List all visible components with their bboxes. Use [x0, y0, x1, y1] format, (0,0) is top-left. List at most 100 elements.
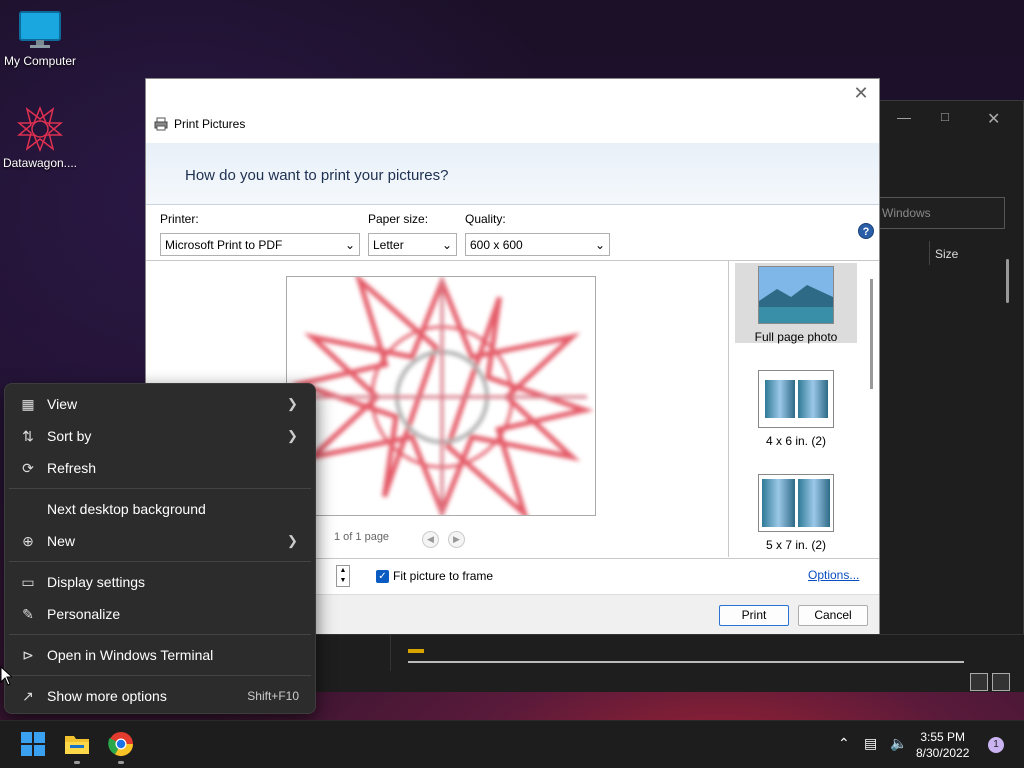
menu-item-next-background[interactable]: Next desktop background [9, 494, 311, 524]
system-clock[interactable]: 3:55 PM 8/30/2022 [916, 729, 969, 761]
menu-separator [9, 561, 311, 562]
photo-icon [797, 380, 828, 418]
menu-item-show-more-options[interactable]: ↗ Show more options Shift+F10 [9, 681, 311, 711]
chevron-down-icon: ⌄ [344, 237, 355, 252]
chevron-right-icon: ❯ [287, 533, 298, 548]
refresh-icon: ⟳ [22, 459, 34, 476]
chevron-right-icon: ❯ [287, 428, 298, 443]
menu-item-refresh[interactable]: ⟳ Refresh [9, 453, 311, 483]
layout-thumbnail [758, 370, 834, 428]
horizontal-scrollbar[interactable] [408, 661, 964, 663]
mouse-cursor-icon [0, 666, 12, 686]
notification-badge[interactable]: 1 [988, 737, 1004, 753]
paper-size-value: Letter [373, 237, 404, 252]
large-icons-view-icon[interactable] [992, 673, 1010, 691]
running-indicator [118, 761, 124, 764]
file-explorer-icon[interactable] [64, 731, 90, 757]
next-page-button[interactable]: ▶ [448, 531, 465, 548]
print-preview [286, 276, 596, 516]
quality-label: Quality: [465, 212, 506, 226]
paper-size-select[interactable]: Letter ⌄ [368, 233, 457, 256]
printer-value: Microsoft Print to PDF [165, 237, 283, 252]
paper-size-label: Paper size: [368, 212, 429, 226]
options-link[interactable]: Options... [808, 568, 859, 582]
share-icon: ↗ [22, 687, 34, 704]
monitor-icon [19, 11, 61, 48]
desktop-icon-label: Datawagon.... [2, 156, 78, 170]
desktop-icon-datawagon[interactable]: Datawagon.... [0, 106, 80, 170]
search-input[interactable]: Windows [871, 197, 1005, 229]
menu-item-label: Sort by [47, 428, 92, 444]
desktop-icon-my-computer[interactable]: My Computer [0, 10, 80, 68]
scrollbar[interactable] [1006, 259, 1009, 303]
menu-item-label: View [47, 396, 78, 412]
close-icon[interactable]: ✕ [851, 83, 871, 104]
menu-item-label: Next desktop background [47, 501, 206, 517]
datawagon-logo-icon [17, 106, 63, 152]
plus-circle-icon: ⊕ [22, 532, 34, 549]
desktop-context-menu: ▦ View ❯ ⇅ Sort by ❯ ⟳ Refresh Next desk… [4, 383, 316, 714]
minimize-icon[interactable]: — [897, 109, 911, 125]
help-icon[interactable]: ? [858, 223, 874, 239]
layout-label: Full page photo [754, 330, 838, 344]
chevron-right-icon: ❯ [287, 396, 298, 411]
printer-label: Printer: [160, 212, 199, 226]
copies-stepper[interactable]: ▲ ▼ [336, 565, 350, 587]
menu-separator [9, 488, 311, 489]
photo-icon [797, 479, 830, 527]
menu-item-open-terminal[interactable]: ⊳ Open in Windows Terminal [9, 640, 311, 670]
layout-label: 4 x 6 in. (2) [765, 434, 827, 448]
clock-time: 3:55 PM [920, 730, 966, 744]
chevron-down-icon: ⌄ [441, 237, 452, 252]
menu-item-new[interactable]: ⊕ New ❯ [9, 526, 311, 556]
menu-item-label: Display settings [47, 574, 146, 590]
volume-icon[interactable]: 🔈 [890, 735, 907, 752]
cancel-button[interactable]: Cancel [798, 605, 868, 626]
previous-page-button[interactable]: ◀ [422, 531, 439, 548]
clock-date: 8/30/2022 [916, 746, 970, 760]
dialog-header: How do you want to print your pictures? [146, 143, 879, 205]
landscape-photo-icon [759, 267, 833, 323]
close-icon[interactable]: ✕ [987, 109, 1000, 129]
layout-thumbnail [758, 266, 834, 324]
dialog-title: Print Pictures [174, 117, 246, 131]
chrome-icon[interactable] [108, 731, 134, 757]
layout-4x6[interactable]: 4 x 6 in. (2) [735, 367, 857, 448]
desktop-icon-label: My Computer [3, 54, 77, 68]
display-icon: ▭ [21, 573, 35, 590]
windows-start-icon[interactable] [20, 731, 46, 757]
menu-separator [9, 675, 311, 676]
page-indicator: 1 of 1 page [334, 531, 390, 543]
taskbar: ⌃ ▤ 🔈 3:55 PM 8/30/2022 1 [0, 720, 1024, 768]
background-explorer-bottom [316, 634, 1024, 692]
network-icon[interactable]: ▤ [864, 735, 877, 752]
details-view-icon[interactable] [970, 673, 988, 691]
preview-image [290, 277, 594, 515]
menu-item-view[interactable]: ▦ View ❯ [9, 389, 311, 419]
dialog-titlebar: Print Pictures [154, 117, 245, 131]
running-indicator [74, 761, 80, 764]
printer-select[interactable]: Microsoft Print to PDF ⌄ [160, 233, 360, 256]
menu-item-label: Show more options [47, 688, 167, 704]
menu-item-personalize[interactable]: ✎ Personalize [9, 599, 311, 629]
layout-list[interactable]: Full page photo 4 x 6 in. (2) 5 x 7 in. … [728, 261, 879, 557]
chevron-up-icon[interactable]: ⌃ [838, 735, 850, 752]
column-header-size[interactable]: Size [935, 247, 958, 261]
scrollbar[interactable] [870, 279, 873, 389]
print-button[interactable]: Print [719, 605, 789, 626]
folder-icon [408, 649, 424, 653]
layout-5x7[interactable]: 5 x 7 in. (2) [735, 471, 857, 552]
checkmark-icon: ✓ [376, 569, 389, 583]
fit-picture-label: Fit picture to frame [393, 569, 494, 583]
menu-item-sort-by[interactable]: ⇅ Sort by ❯ [9, 421, 311, 451]
menu-item-display-settings[interactable]: ▭ Display settings [9, 567, 311, 597]
menu-item-label: Personalize [47, 606, 121, 622]
quality-select[interactable]: 600 x 600 ⌄ [465, 233, 610, 256]
layout-label: 5 x 7 in. (2) [765, 538, 827, 552]
layout-thumbnail [758, 474, 834, 532]
sort-icon: ⇅ [22, 427, 34, 444]
fit-picture-checkbox[interactable]: ✓ Fit picture to frame [376, 569, 493, 583]
maximize-icon[interactable]: □ [941, 109, 949, 124]
menu-item-label: New [47, 533, 76, 549]
layout-full-page-photo[interactable]: Full page photo [735, 263, 857, 344]
